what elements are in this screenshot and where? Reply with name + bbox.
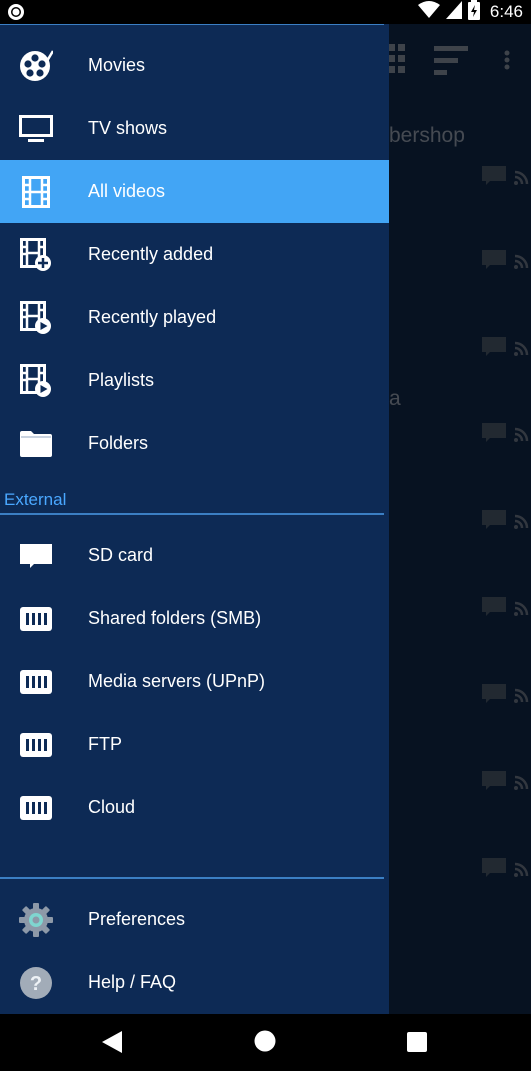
drawer-item-ftp[interactable]: FTP: [0, 713, 389, 776]
drawer-item-cloud[interactable]: Cloud: [0, 776, 389, 839]
drawer-item-movies[interactable]: Movies: [0, 34, 389, 97]
drawer-item-label: Movies: [88, 55, 146, 75]
drawer-top-divider: [0, 24, 384, 25]
back-button[interactable]: [102, 1031, 122, 1058]
drawer-item-label: Playlists: [88, 370, 155, 390]
network-drive-icon: [18, 664, 54, 700]
recents-button[interactable]: [407, 1032, 427, 1057]
battery-icon: [467, 0, 480, 25]
drawer-item-all-videos[interactable]: All videos: [0, 160, 389, 223]
tv-icon: [18, 111, 54, 147]
drawer-item-sd-card[interactable]: SD card: [0, 524, 389, 587]
network-drive-icon: [18, 790, 54, 826]
section-divider: [0, 513, 384, 515]
drawer-item-label: Folders: [88, 433, 149, 453]
network-drive-icon: [18, 601, 54, 637]
status-bar: 6:46: [0, 0, 531, 24]
svg-text:?: ?: [30, 973, 42, 995]
drawer-item-recently-added[interactable]: Recently added: [0, 223, 389, 286]
gear-icon: [18, 902, 54, 938]
network-drive-icon: [18, 727, 54, 763]
film-strip-icon: [18, 174, 54, 210]
navigation-drawer: Movies TV shows All videos Recently adde…: [0, 24, 389, 1014]
drawer-item-preferences[interactable]: Preferences: [0, 888, 389, 951]
drawer-item-playlists[interactable]: Playlists: [0, 349, 389, 412]
home-button[interactable]: [254, 1030, 276, 1057]
help-icon: ?: [18, 965, 54, 1001]
drawer-item-label: SD card: [88, 545, 154, 565]
playlist-icon: [18, 363, 54, 399]
drawer-item-label: All videos: [88, 181, 166, 201]
film-add-icon: [18, 237, 54, 273]
drawer-item-label: Media servers (UPnP): [88, 671, 266, 691]
drawer-item-label: Cloud: [88, 797, 136, 817]
bottom-divider: [0, 877, 384, 879]
wifi-icon: [417, 0, 440, 24]
drawer-item-recently-played[interactable]: Recently played: [0, 286, 389, 349]
screen: 6:46 bershop a Movies: [0, 0, 531, 1071]
drawer-item-label: Help / FAQ: [88, 972, 177, 992]
drawer-item-label: Recently added: [88, 244, 214, 264]
drawer-item-folders[interactable]: Folders: [0, 412, 389, 475]
drawer-item-smb[interactable]: Shared folders (SMB): [0, 587, 389, 650]
drawer-item-label: Shared folders (SMB): [88, 608, 262, 628]
section-title-external: External: [4, 490, 67, 509]
drawer-item-help[interactable]: ? Help / FAQ: [0, 951, 389, 1014]
drawer-item-label: Recently played: [88, 307, 217, 327]
signal-icon: [445, 0, 462, 24]
sd-card-icon: [18, 538, 54, 574]
film-reel-icon: [18, 48, 54, 84]
drawer-item-upnp[interactable]: Media servers (UPnP): [0, 650, 389, 713]
drawer-item-tv-shows[interactable]: TV shows: [0, 97, 389, 160]
folder-icon: [18, 426, 54, 462]
clock: 6:46: [489, 2, 523, 21]
drawer-item-label: Preferences: [88, 909, 186, 929]
film-play-icon: [18, 300, 54, 336]
drawer-item-label: TV shows: [88, 118, 168, 138]
system-navigation-bar: [0, 1014, 531, 1071]
notification-icon: [6, 2, 26, 22]
drawer-item-label: FTP: [88, 734, 122, 754]
